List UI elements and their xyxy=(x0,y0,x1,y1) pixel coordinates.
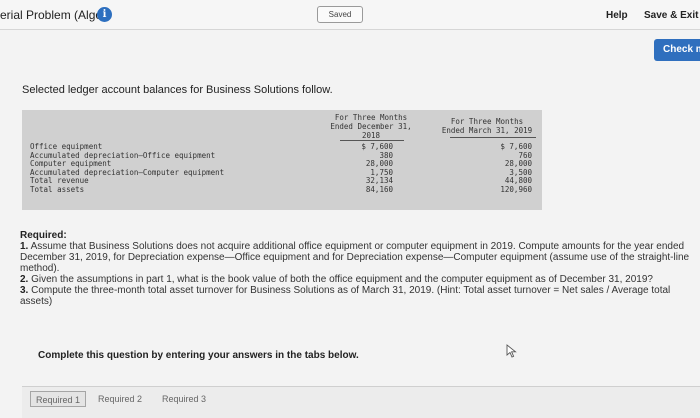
table-row-label: Total assets xyxy=(30,184,85,194)
ledger-table: For Three Months Ended December 31, 2018… xyxy=(22,110,542,210)
table-cell: 120,960 xyxy=(500,184,532,194)
column-underline xyxy=(450,137,536,138)
info-icon[interactable]: i xyxy=(97,7,112,22)
required-item-1: 1. Assume that Business Solutions does n… xyxy=(20,241,690,274)
row-labels: Office equipment Accumulated depreciatio… xyxy=(30,142,224,195)
instructions-text: Complete this question by entering your … xyxy=(38,350,359,361)
required-item-3: 3. Compute the three-month total asset t… xyxy=(20,285,671,307)
help-link[interactable]: Help xyxy=(606,10,628,21)
column-underline xyxy=(340,140,404,141)
mar-values: $ 7,600 760 28,000 3,500 44,800 120,960 xyxy=(452,142,532,195)
dec-values: $ 7,600 380 28,000 1,750 32,134 84,160 xyxy=(327,142,393,195)
column-header-dec: For Three Months Ended December 31, 2018 xyxy=(330,113,412,140)
required-heading: Required: xyxy=(20,230,67,241)
mouse-cursor-icon xyxy=(506,344,517,358)
intro-text: Selected ledger account balances for Bus… xyxy=(22,84,333,96)
required-item-2: 2. Given the assumptions in part 1, what… xyxy=(20,274,653,285)
top-bar: erial Problem (Algo) i Saved Help Save &… xyxy=(0,0,700,30)
column-header-mar: For Three Months Ended March 31, 2019 xyxy=(441,117,533,135)
table-cell: 84,160 xyxy=(365,184,393,194)
tab-required-2[interactable]: Required 2 xyxy=(92,391,148,407)
check-my-work-button[interactable]: Check m xyxy=(654,39,700,61)
answer-tabs: Required 1 Required 2 Required 3 xyxy=(22,386,700,418)
saved-status-badge: Saved xyxy=(317,6,363,23)
page-title: erial Problem (Algo) xyxy=(0,8,107,22)
save-exit-button[interactable]: Save & Exit xyxy=(644,10,698,21)
tab-required-3[interactable]: Required 3 xyxy=(156,391,212,407)
tab-required-1[interactable]: Required 1 xyxy=(30,391,86,407)
required-section: Required: 1. Assume that Business Soluti… xyxy=(20,230,692,307)
